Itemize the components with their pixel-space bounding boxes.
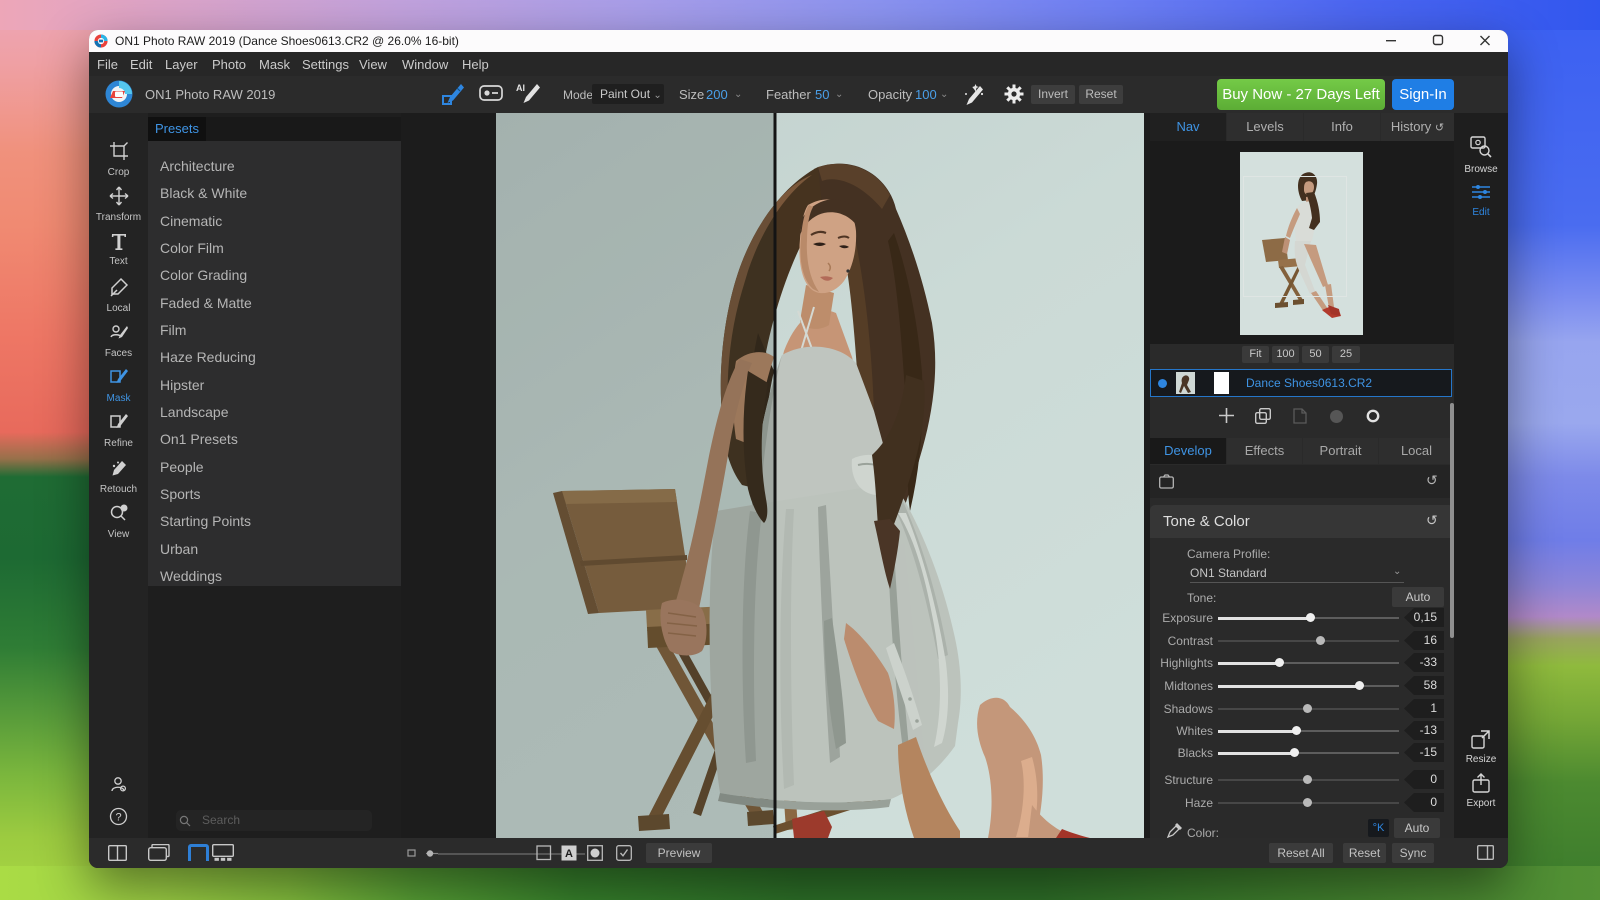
svg-text:A: A <box>565 848 573 860</box>
svg-text:AI: AI <box>516 83 525 93</box>
svg-text:?: ? <box>115 812 121 824</box>
